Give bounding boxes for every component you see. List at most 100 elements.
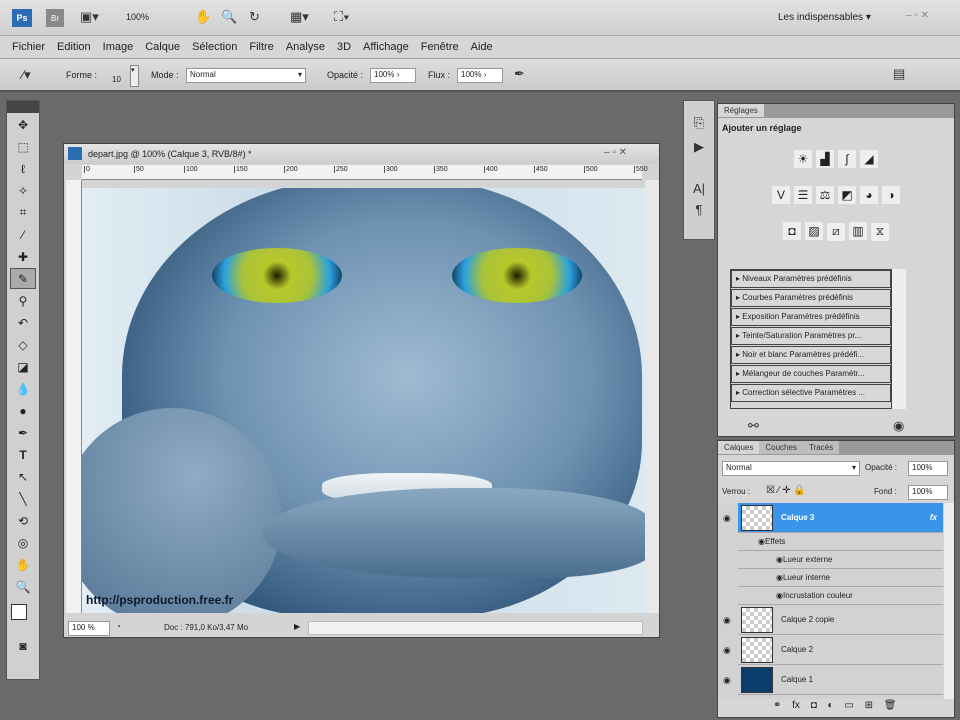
status-icon[interactable]: ◔: [116, 622, 121, 631]
foreground-color[interactable]: [11, 604, 27, 620]
zoom-level-dropdown[interactable]: 100%: [126, 12, 149, 22]
menu-image[interactable]: Image: [103, 41, 134, 53]
opacity-field[interactable]: 100% ›: [370, 68, 416, 83]
horizontal-scrollbar[interactable]: [308, 621, 643, 635]
line-tool-icon[interactable]: ╲: [10, 488, 36, 509]
type-tool-icon[interactable]: T: [10, 444, 36, 465]
layer-row[interactable]: Calque 2: [738, 635, 943, 665]
exposure-icon[interactable]: ◢: [860, 150, 878, 168]
menu-selection[interactable]: Sélection: [192, 41, 237, 53]
gradient-map-icon[interactable]: ▥: [849, 222, 867, 240]
image-canvas[interactable]: http://psproduction.free.fr: [82, 188, 645, 613]
gradient-tool-icon[interactable]: ◪: [10, 356, 36, 377]
rotate-view-icon[interactable]: ↻: [249, 9, 260, 25]
document-titlebar[interactable]: depart.jpg @ 100% (Calque 3, RVB/8#) * –…: [64, 144, 659, 164]
fill-field[interactable]: 100%: [908, 485, 948, 500]
threshold-icon[interactable]: ⧄: [827, 222, 845, 241]
selective-color-icon[interactable]: ⧖: [871, 222, 889, 241]
eye-icon[interactable]: ◉: [723, 675, 731, 686]
preset-item[interactable]: ▸ Exposition Paramètres prédéfinis: [731, 308, 891, 326]
brush-dropdown-button[interactable]: ▾: [130, 65, 139, 87]
hand-tool-icon[interactable]: ✋: [195, 9, 211, 25]
menu-calque[interactable]: Calque: [145, 41, 180, 53]
status-menu-arrow[interactable]: ▶: [294, 622, 300, 631]
menu-aide[interactable]: Aide: [471, 41, 493, 53]
blur-tool-icon[interactable]: 💧: [10, 378, 36, 399]
menu-fenetre[interactable]: Fenêtre: [421, 41, 459, 53]
posterize-icon[interactable]: ▨: [805, 222, 823, 240]
layer-row[interactable]: Calque 1: [738, 665, 943, 695]
horizontal-ruler[interactable]: 0 50 100 150 200 250 300 350 400 450 500 550: [82, 165, 648, 180]
preset-item[interactable]: ▸ Correction sélective Paramètres ...: [731, 384, 891, 402]
effect-row[interactable]: ◉ Lueur externe: [738, 551, 943, 569]
actions-panel-icon[interactable]: ▶: [689, 139, 709, 155]
window-controls[interactable]: – ▫ ✕: [906, 10, 929, 21]
visibility-toggle-icon[interactable]: ◉: [893, 418, 904, 434]
clip-to-layer-icon[interactable]: ⚯: [748, 418, 759, 434]
effect-row[interactable]: ◉ Incrustation couleur: [738, 587, 943, 605]
crop-tool-icon[interactable]: ⌗: [10, 202, 36, 223]
history-panel-icon[interactable]: ⎘: [689, 115, 709, 131]
preset-item[interactable]: ▸ Teinte/Saturation Paramètres pr...: [731, 327, 891, 345]
3d-orbit-tool-icon[interactable]: ◎: [10, 532, 36, 553]
paragraph-panel-icon[interactable]: ¶: [689, 202, 709, 217]
clone-stamp-tool-icon[interactable]: ⚲: [10, 290, 36, 311]
menu-3d[interactable]: 3D: [337, 41, 351, 53]
zoom-tool-icon[interactable]: 🔍: [10, 576, 36, 597]
vertical-scrollbar[interactable]: [645, 180, 659, 613]
document-window-controls[interactable]: – ▫ ✕: [604, 147, 627, 158]
tab-couches[interactable]: Couches: [759, 441, 803, 454]
3d-rotate-tool-icon[interactable]: ⟲: [10, 510, 36, 531]
effect-row[interactable]: ◉ Lueur interne: [738, 569, 943, 587]
menu-affichage[interactable]: Affichage: [363, 41, 409, 53]
workspace-switcher[interactable]: Les indispensables ▾: [778, 12, 871, 23]
eye-icon[interactable]: ◉: [723, 513, 731, 524]
toolbox-grip[interactable]: [7, 101, 39, 113]
preset-item[interactable]: ▸ Courbes Paramètres prédéfinis: [731, 289, 891, 307]
layer-row-selected[interactable]: Calque 3 fx: [738, 503, 943, 533]
move-tool-icon[interactable]: ✥: [10, 114, 36, 135]
view-extras-button[interactable]: ▣▾: [80, 9, 99, 25]
healing-brush-tool-icon[interactable]: ✚: [10, 246, 36, 267]
zoom-field[interactable]: 100 %: [68, 621, 110, 636]
pen-tool-icon[interactable]: ✒: [10, 422, 36, 443]
invert-icon[interactable]: ◘: [783, 222, 801, 240]
layer-opacity-field[interactable]: 100%: [908, 461, 948, 476]
brightness-contrast-icon[interactable]: ☀: [794, 150, 812, 168]
vertical-ruler[interactable]: [66, 180, 82, 613]
presets-scrollbar[interactable]: [892, 269, 906, 409]
menu-filtre[interactable]: Filtre: [249, 41, 273, 53]
fx-icon[interactable]: fx: [930, 513, 937, 522]
magic-wand-tool-icon[interactable]: ✧: [10, 180, 36, 201]
photo-filter-icon[interactable]: ◕: [860, 186, 878, 204]
marquee-tool-icon[interactable]: ⬚: [10, 136, 36, 157]
effects-row[interactable]: ◉ Effets: [738, 533, 943, 551]
tool-presets-icon[interactable]: ▤: [893, 66, 905, 82]
preset-item[interactable]: ▸ Niveaux Paramètres prédéfinis: [731, 270, 891, 288]
flux-field[interactable]: 100% ›: [457, 68, 503, 83]
curves-icon[interactable]: ∫: [838, 150, 856, 168]
history-brush-tool-icon[interactable]: ↶: [10, 312, 36, 333]
color-balance-icon[interactable]: ⚖: [816, 186, 834, 204]
tab-traces[interactable]: Tracés: [802, 441, 840, 454]
screen-mode-button[interactable]: ⛶▾: [334, 9, 349, 25]
lasso-tool-icon[interactable]: ℓ: [10, 158, 36, 179]
levels-icon[interactable]: ▟: [816, 150, 834, 168]
layer-row[interactable]: Calque 2 copie: [738, 605, 943, 635]
tab-calques[interactable]: Calques: [718, 441, 760, 454]
tab-reglages[interactable]: Réglages: [718, 104, 764, 117]
arrange-documents-button[interactable]: ▦▾: [290, 9, 309, 25]
hand-tool-icon[interactable]: ✋: [10, 554, 36, 575]
menu-fichier[interactable]: Fichier: [12, 41, 45, 53]
preset-item[interactable]: ▸ Noir et blanc Paramètres prédéfi...: [731, 346, 891, 364]
blend-mode-select[interactable]: Normal ▾: [722, 461, 860, 476]
brush-preset-picker[interactable]: ⁄▾: [22, 67, 31, 83]
eye-icon[interactable]: ◉: [723, 615, 731, 626]
eye-icon[interactable]: ◉: [723, 645, 731, 656]
brush-size[interactable]: 10: [112, 75, 121, 84]
character-panel-icon[interactable]: A|: [689, 181, 709, 196]
layers-scrollbar[interactable]: [944, 503, 954, 699]
lock-icons[interactable]: ☒ ⁄ ✛ 🔒: [766, 485, 806, 496]
vibrance-icon[interactable]: V: [772, 186, 790, 204]
mode-select[interactable]: Normal ▾: [186, 68, 306, 83]
